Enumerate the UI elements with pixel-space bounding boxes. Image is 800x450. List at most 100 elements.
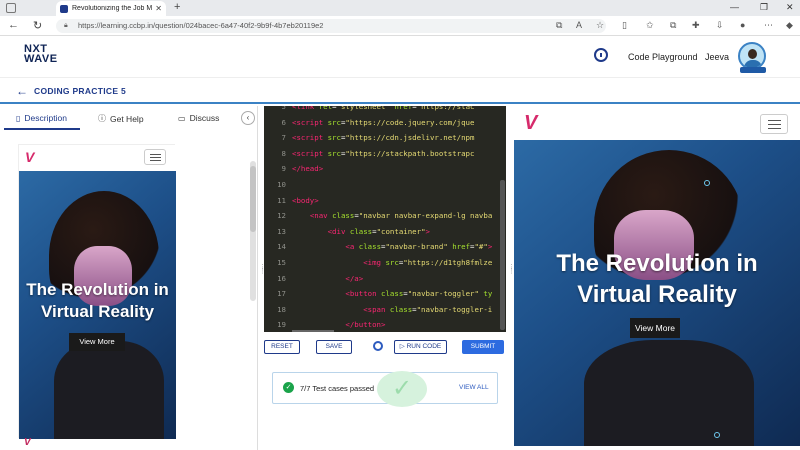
line-number: 11 (277, 195, 286, 205)
close-window-icon[interactable]: ✕ (786, 2, 794, 13)
address-toolbar: ← ↻ 🔒︎ https://learning.ccbp.in/question… (0, 16, 800, 36)
line-number: 10 (277, 180, 286, 189)
tab-label: Discuss (189, 113, 220, 123)
view-all-link[interactable]: VIEW ALL (459, 384, 489, 391)
maximize-icon[interactable]: ❐ (760, 2, 768, 13)
address-bar[interactable]: 🔒︎ https://learning.ccbp.in/question/024… (56, 19, 606, 33)
browser-tab-strip: Revolutionizing the Job Market | ✕ + — ❐… (0, 0, 800, 16)
back-arrow-icon[interactable]: ← (16, 84, 28, 98)
hero-body (584, 340, 754, 446)
line-number: 18 (277, 304, 286, 314)
avatar[interactable] (738, 42, 766, 70)
hamburger-menu-icon[interactable] (144, 149, 166, 165)
line-number: 5 (281, 106, 286, 111)
left-panel: ▯ Description ⓘ Get Help ▭ Discuss ‹ V T… (0, 106, 258, 450)
tab-description[interactable]: ▯ Description (16, 113, 67, 123)
more-options-icon[interactable]: ⋯ (764, 20, 773, 31)
line-number: 8 (281, 148, 286, 158)
user-name: Jeeva (705, 52, 730, 62)
code-line[interactable]: </a> (292, 274, 363, 283)
downloads-icon[interactable]: ⇩ (716, 20, 724, 31)
run-code-label: RUN CODE (406, 343, 442, 350)
line-number: 9 (281, 164, 286, 174)
scrollbar-thumb[interactable] (250, 166, 256, 232)
tab-label: Get Help (110, 113, 144, 124)
code-line[interactable]: <a class="navbar-brand" href="#"> (292, 242, 492, 251)
avatar-badge (740, 67, 766, 73)
code-line[interactable]: <script src="https://stackpath.bootstrap… (292, 149, 474, 158)
code-playground-link[interactable]: Code Playground (628, 52, 698, 62)
page-title: CODING PRACTICE 5 (34, 86, 126, 96)
code-line[interactable]: <img src="https://d1tgh8fmlze (292, 258, 492, 267)
code-line[interactable]: <div class="container"> (292, 227, 430, 236)
new-tab-button[interactable]: + (174, 1, 180, 13)
hamburger-menu-icon[interactable] (760, 114, 788, 134)
save-button[interactable]: SAVE (316, 340, 352, 354)
reset-button[interactable]: RESET (264, 340, 300, 354)
back-icon[interactable]: ← (8, 19, 19, 31)
tab-get-help[interactable]: ⓘ Get Help (98, 113, 144, 124)
code-line[interactable]: <span class="navbar-toggler-i (292, 305, 492, 314)
nxtwave-logo[interactable]: NXT WAVE (24, 44, 58, 65)
collapse-panel-button[interactable]: ‹ (241, 111, 255, 125)
tab-actions-icon[interactable] (6, 3, 16, 13)
view-more-button[interactable]: View More (630, 318, 680, 338)
line-number: 14 (277, 242, 286, 252)
browser-tab[interactable]: Revolutionizing the Job Market | ✕ (56, 1, 166, 16)
code-line[interactable]: <script src="https://code.jquery.com/jqu… (292, 118, 474, 127)
profile-icon[interactable]: ● (740, 20, 745, 30)
site-favicon-icon (60, 4, 68, 13)
tab-label: Description (24, 113, 67, 123)
line-number: 16 (277, 273, 286, 283)
close-tab-icon[interactable]: ✕ (155, 4, 162, 13)
url-text: https://learning.ccbp.in/question/024bac… (78, 21, 324, 30)
decorative-ring (714, 432, 720, 438)
extensions-icon[interactable]: ✚ (692, 20, 700, 31)
line-number: 6 (281, 117, 286, 127)
hero-body (54, 341, 164, 439)
run-code-button[interactable]: ▷ RUN CODE (394, 340, 447, 354)
test-result-text: 7/7 Test cases passed (300, 384, 375, 393)
view-more-button[interactable]: View More (69, 333, 125, 351)
line-number: 7 (281, 133, 286, 143)
brand-logo-icon[interactable]: V (25, 149, 34, 165)
read-aloud-icon[interactable]: A (576, 20, 582, 30)
settings-gear-icon[interactable] (373, 341, 383, 351)
hero-section: The Revolution in Virtual Reality View M… (514, 140, 800, 446)
split-screen-icon[interactable]: ▯ (622, 20, 627, 31)
collections-icon[interactable]: ⧉ (670, 20, 676, 31)
line-number: 12 (277, 211, 286, 221)
refresh-icon[interactable]: ↻ (33, 19, 42, 32)
line-number: 17 (277, 289, 286, 299)
code-line[interactable]: <nav class="navbar navbar-expand-lg navb… (292, 211, 492, 220)
chat-icon: ▭ (178, 113, 186, 123)
favorite-star-icon[interactable]: ☆ (596, 20, 604, 31)
favorites-icon[interactable]: ✩ (646, 20, 654, 31)
check-circle-icon: ✓ (283, 382, 294, 393)
hero-section: The Revolution in Virtual Reality View M… (19, 171, 176, 439)
code-line[interactable]: </button> (292, 320, 385, 329)
code-editor[interactable]: 5 <link rel="stylesheet" href="https://st… (264, 106, 506, 332)
tab-discuss[interactable]: ▭ Discuss (178, 113, 219, 123)
lock-icon: 🔒︎ (64, 22, 68, 29)
submit-button[interactable]: SUBMIT (462, 340, 504, 354)
code-line[interactable]: <button class="navbar-toggler" ty (292, 289, 492, 298)
success-check-icon: ✓ (377, 371, 427, 407)
code-line[interactable]: <script src="https://cdn.jsdelivr.net/np… (292, 133, 474, 142)
line-number: 15 (277, 258, 286, 267)
app-header: NXT WAVE Code Playground Jeeva (0, 36, 800, 78)
logo-line2: WAVE (24, 53, 58, 65)
line-number: 19 (277, 320, 286, 330)
brand-logo-icon[interactable]: V (524, 112, 537, 135)
code-line[interactable]: </head> (292, 164, 323, 173)
hero-title: The Revolution in Virtual Reality (556, 250, 758, 308)
editor-scrollbar[interactable] (500, 180, 505, 330)
line-number: 13 (277, 226, 286, 236)
install-app-icon[interactable]: ⧉ (556, 20, 562, 31)
code-line[interactable]: <body> (292, 196, 319, 205)
minimize-icon[interactable]: — (730, 2, 739, 12)
browser-tab-title: Revolutionizing the Job Market | (72, 5, 153, 12)
stopwatch-icon[interactable] (594, 48, 608, 62)
copilot-icon[interactable]: ◆ (786, 20, 793, 31)
code-line[interactable]: <link rel="stylesheet" href="https://sta… (292, 106, 475, 111)
